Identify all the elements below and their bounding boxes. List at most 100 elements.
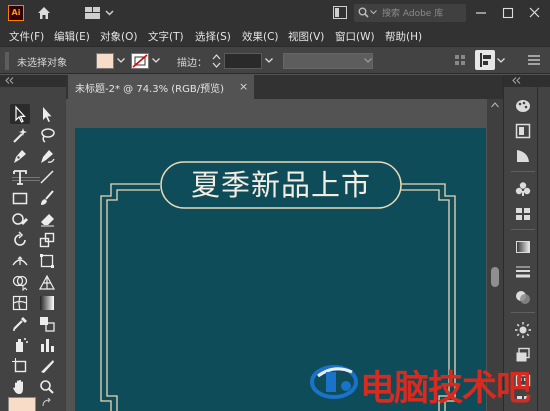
artboard-tool-icon[interactable]	[10, 356, 30, 376]
align-button[interactable]	[475, 50, 495, 70]
scroll-up-icon[interactable]	[491, 102, 499, 108]
stroke-label: 描边：	[177, 58, 207, 69]
line-segment-tool-icon[interactable]	[37, 167, 57, 187]
document-tab-title: 未标题-2* @ 74.3% (RGB/预览)	[75, 84, 225, 95]
selection-status: 未选择对象	[17, 58, 67, 69]
gradient-tool-icon[interactable]	[37, 293, 57, 313]
stroke-panel-icon[interactable]	[514, 263, 532, 281]
site-watermark: 电脑技术吧	[308, 360, 550, 409]
shape-builder-tool-icon[interactable]	[10, 272, 30, 292]
direct-selection-tool-icon[interactable]	[37, 104, 57, 124]
menu-select[interactable]: 选择(S)	[195, 29, 231, 44]
minimize-button[interactable]	[467, 0, 495, 26]
close-button[interactable]	[521, 0, 549, 26]
workspace-switcher-button[interactable]	[84, 5, 118, 21]
document-tab-bar: 未标题-2* @ 74.3% (RGB/预览) ×	[66, 75, 503, 99]
paintbrush-tool-icon[interactable]	[37, 188, 57, 208]
fill-color-swatch[interactable]	[96, 53, 114, 69]
arrange-documents-icon[interactable]	[333, 6, 347, 19]
transparency-panel-icon[interactable]	[514, 288, 532, 306]
menu-window[interactable]: 窗口(W)	[335, 29, 375, 44]
chevron-down-icon[interactable]	[265, 58, 273, 63]
collapse-panel-icon[interactable]	[5, 77, 14, 84]
panel-menu-icon[interactable]	[528, 55, 540, 65]
home-icon[interactable]	[36, 5, 52, 21]
mesh-tool-icon[interactable]	[10, 293, 30, 313]
gradient-swatch-panel-icon[interactable]	[514, 238, 532, 256]
shaper-tool-icon[interactable]	[10, 209, 30, 229]
menu-file[interactable]: 文件(F)	[9, 29, 44, 44]
rectangle-tool-icon[interactable]	[10, 188, 30, 208]
dock-separator	[511, 312, 535, 313]
control-bar: 未选择对象 描边：	[0, 46, 550, 74]
frame-outer	[100, 183, 160, 411]
color-panel-icon[interactable]	[514, 97, 532, 115]
swap-fill-stroke-icon[interactable]	[42, 398, 52, 408]
appearance-panel-icon[interactable]	[514, 321, 532, 339]
app-logo: Ai	[8, 5, 24, 21]
selection-tool-icon[interactable]	[10, 104, 30, 124]
menu-object[interactable]: 对象(O)	[100, 29, 137, 44]
artwork-headline[interactable]: 夏季新品上市	[161, 162, 401, 208]
color-guide-panel-icon[interactable]	[514, 122, 532, 140]
lasso-tool-icon[interactable]	[37, 125, 57, 145]
chevron-down-icon[interactable]	[117, 58, 125, 63]
panel-grip-icon	[5, 52, 9, 70]
eraser-tool-icon[interactable]	[37, 209, 57, 229]
title-bar: Ai 搜索 Adobe 库	[0, 0, 550, 26]
variable-width-profile-dropdown[interactable]	[283, 53, 373, 69]
dock-separator	[511, 171, 535, 172]
width-tool-icon[interactable]	[10, 251, 30, 271]
tools-panel	[0, 87, 66, 411]
blend-tool-icon[interactable]	[37, 314, 57, 334]
frame-inner	[106, 189, 160, 411]
chevron-down-icon[interactable]	[364, 58, 372, 63]
menu-effect[interactable]: 效果(C)	[242, 29, 279, 44]
fill-color-box[interactable]	[8, 397, 36, 411]
rotate-tool-icon[interactable]	[10, 230, 30, 250]
scrollbar-thumb[interactable]	[491, 267, 499, 287]
perspective-grid-tool-icon[interactable]	[37, 272, 57, 292]
chevron-down-icon	[370, 10, 377, 15]
tools-panel-header	[0, 75, 66, 87]
dock-header	[504, 75, 550, 87]
pen-tool-icon[interactable]	[10, 146, 30, 166]
menu-edit[interactable]: 编辑(E)	[54, 29, 90, 44]
free-transform-tool-icon[interactable]	[37, 251, 57, 271]
watermark-logo-icon	[310, 365, 358, 399]
swatches-panel-icon[interactable]	[514, 205, 532, 223]
watermark-text: 电脑技术吧	[360, 369, 531, 409]
gradient-panel-icon[interactable]	[514, 147, 532, 165]
symbols-panel-icon[interactable]	[514, 180, 532, 198]
align-left-icon	[480, 53, 491, 67]
close-tab-button[interactable]: ×	[239, 80, 248, 93]
maximize-button[interactable]	[494, 0, 522, 26]
stroke-color-swatch[interactable]	[131, 53, 149, 69]
magic-wand-tool-icon[interactable]	[10, 125, 30, 145]
none-color-icon	[132, 54, 148, 68]
column-graph-tool-icon[interactable]	[37, 335, 57, 355]
stroke-width-field[interactable]	[224, 53, 262, 69]
menu-help[interactable]: 帮助(H)	[385, 29, 422, 44]
chevron-down-icon[interactable]	[497, 58, 505, 63]
scale-tool-icon[interactable]	[37, 230, 57, 250]
expand-panels-icon[interactable]	[512, 77, 521, 84]
hand-tool-icon[interactable]	[10, 377, 30, 397]
stroke-width-stepper[interactable]	[212, 52, 221, 70]
menu-view[interactable]: 视图(V)	[288, 29, 324, 44]
grid-options-icon[interactable]	[455, 55, 465, 66]
symbol-sprayer-tool-icon[interactable]	[10, 335, 30, 355]
dock-separator	[511, 229, 535, 230]
search-input[interactable]: 搜索 Adobe 库	[354, 4, 466, 22]
eyedropper-tool-icon[interactable]	[10, 314, 30, 334]
zoom-tool-icon[interactable]	[37, 377, 57, 397]
chevron-down-icon[interactable]	[152, 58, 160, 63]
search-placeholder: 搜索 Adobe 库	[382, 9, 444, 19]
slice-tool-icon[interactable]	[37, 356, 57, 376]
document-tab[interactable]: 未标题-2* @ 74.3% (RGB/预览) ×	[68, 75, 254, 99]
menu-type[interactable]: 文字(T)	[148, 29, 184, 44]
menu-bar: 文件(F) 编辑(E) 对象(O) 文字(T) 选择(S) 效果(C) 视图(V…	[0, 26, 550, 46]
curvature-tool-icon[interactable]	[37, 146, 57, 166]
type-tool-icon[interactable]	[10, 167, 30, 187]
search-icon	[358, 7, 369, 18]
